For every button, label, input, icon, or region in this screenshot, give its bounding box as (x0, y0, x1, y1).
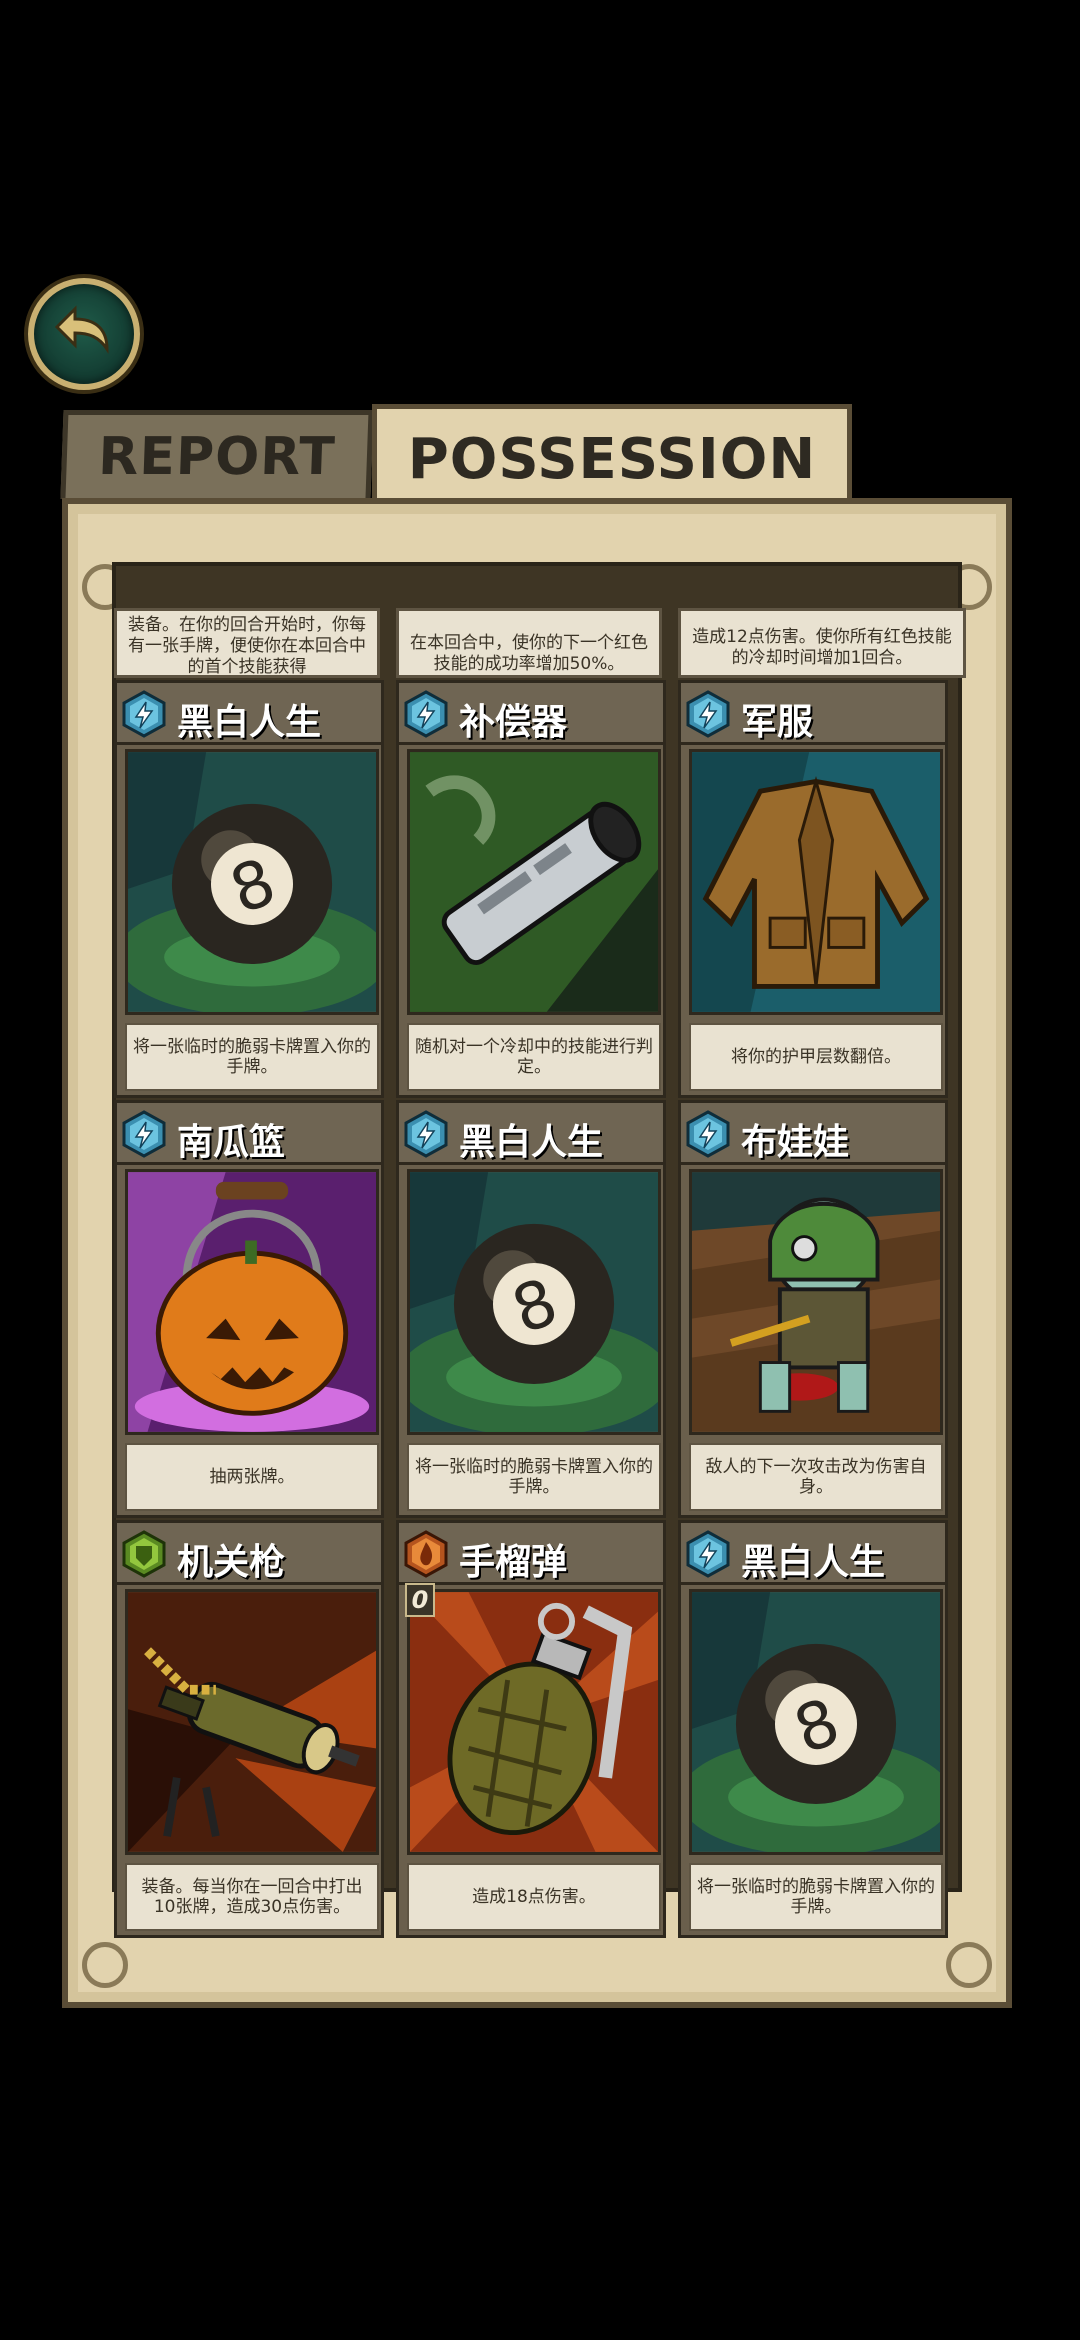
card-header: 黑白人生 (681, 1523, 945, 1585)
card[interactable]: 机关枪 装备。每当你在一回合中打出10张牌，造成30点伤害。 (114, 1520, 384, 1938)
card[interactable]: 布娃娃 敌人的下一次攻击改为伤害自身。 (678, 1100, 948, 1518)
card-art-machine-gun (125, 1589, 379, 1855)
partial-card-desc[interactable]: 装备。在你的回合开始时，你每有一张手牌，便使你在本回合中的首个技能获得 (114, 608, 380, 678)
card-description: 装备。每当你在一回合中打出10张牌，造成30点伤害。 (125, 1863, 379, 1931)
blue-lightning-icon (683, 1529, 733, 1579)
orange-fire-icon (401, 1529, 451, 1579)
card[interactable]: 军服 将你的护甲层数翻倍。 (678, 680, 948, 1098)
card-name: 黑白人生 (459, 1122, 604, 1163)
card[interactable]: 补偿器 随机对一个冷却中的技能进行判定。 (396, 680, 666, 1098)
card-art-eight-ball: 8 (689, 1589, 943, 1855)
back-button[interactable] (28, 278, 140, 390)
card-description: 随机对一个冷却中的技能进行判定。 (407, 1023, 661, 1091)
card-description: 将一张临时的脆弱卡牌置入你的手牌。 (125, 1023, 379, 1091)
card-description: 将一张临时的脆弱卡牌置入你的手牌。 (689, 1863, 943, 1931)
green-shield-icon (119, 1529, 169, 1579)
card-description: 造成18点伤害。 (407, 1863, 661, 1931)
card-art-doll (689, 1169, 943, 1435)
card-header: 补偿器 (399, 683, 663, 745)
blue-lightning-icon (401, 1109, 451, 1159)
partial-card-desc[interactable]: 造成12点伤害。使你所有红色技能的冷却时间增加1回合。 (678, 608, 966, 678)
card-art-eight-ball: 8 (407, 1169, 661, 1435)
card-header: 黑白人生 (399, 1103, 663, 1165)
tab-possession[interactable]: POSSESSION (372, 404, 852, 509)
blue-lightning-icon (119, 1109, 169, 1159)
card-name: 机关枪 (177, 1542, 286, 1583)
card[interactable]: 手榴弹 造成18点伤害。 0 (396, 1520, 666, 1938)
card-art-pumpkin (125, 1169, 379, 1435)
card-header: 南瓜篮 (117, 1103, 381, 1165)
card[interactable]: 黑白人生 8 将一张临时的脆弱卡牌置入你的手牌。 (678, 1520, 948, 1938)
card-header: 布娃娃 (681, 1103, 945, 1165)
card-art-eight-ball: 8 (125, 749, 379, 1015)
blue-lightning-icon (401, 689, 451, 739)
card-name: 手榴弹 (459, 1542, 568, 1583)
card-description: 将一张临时的脆弱卡牌置入你的手牌。 (407, 1443, 661, 1511)
card-description: 抽两张牌。 (125, 1443, 379, 1511)
card-header: 机关枪 (117, 1523, 381, 1585)
card-description: 敌人的下一次攻击改为伤害自身。 (689, 1443, 943, 1511)
card-art-grenade (407, 1589, 661, 1855)
card-header: 黑白人生 (117, 683, 381, 745)
card-name: 补偿器 (459, 702, 568, 743)
card-header: 军服 (681, 683, 945, 745)
corner-ornament (946, 1942, 992, 1988)
card-name: 布娃娃 (741, 1122, 850, 1163)
blue-lightning-icon (119, 689, 169, 739)
partial-card-desc[interactable]: 在本回合中，使你的下一个红色技能的成功率增加50%。 (396, 608, 662, 678)
card-description: 将你的护甲层数翻倍。 (689, 1023, 943, 1091)
card-name: 南瓜篮 (177, 1122, 286, 1163)
card[interactable]: 黑白人生 8 将一张临时的脆弱卡牌置入你的手牌。 (114, 680, 384, 1098)
card-name: 黑白人生 (741, 1542, 886, 1583)
tab-report[interactable]: REPORT (60, 410, 374, 499)
corner-ornament (82, 1942, 128, 1988)
card-cost: 0 (405, 1583, 435, 1617)
blue-lightning-icon (683, 689, 733, 739)
blue-lightning-icon (683, 1109, 733, 1159)
card[interactable]: 黑白人生 8 将一张临时的脆弱卡牌置入你的手牌。 (396, 1100, 666, 1518)
card-name: 黑白人生 (177, 702, 322, 743)
card-art-compensator (407, 749, 661, 1015)
back-arrow-icon (54, 305, 109, 354)
card-art-uniform (689, 749, 943, 1015)
card[interactable]: 南瓜篮 抽两张牌。 (114, 1100, 384, 1518)
card-header: 手榴弹 (399, 1523, 663, 1585)
card-name: 军服 (741, 702, 814, 743)
